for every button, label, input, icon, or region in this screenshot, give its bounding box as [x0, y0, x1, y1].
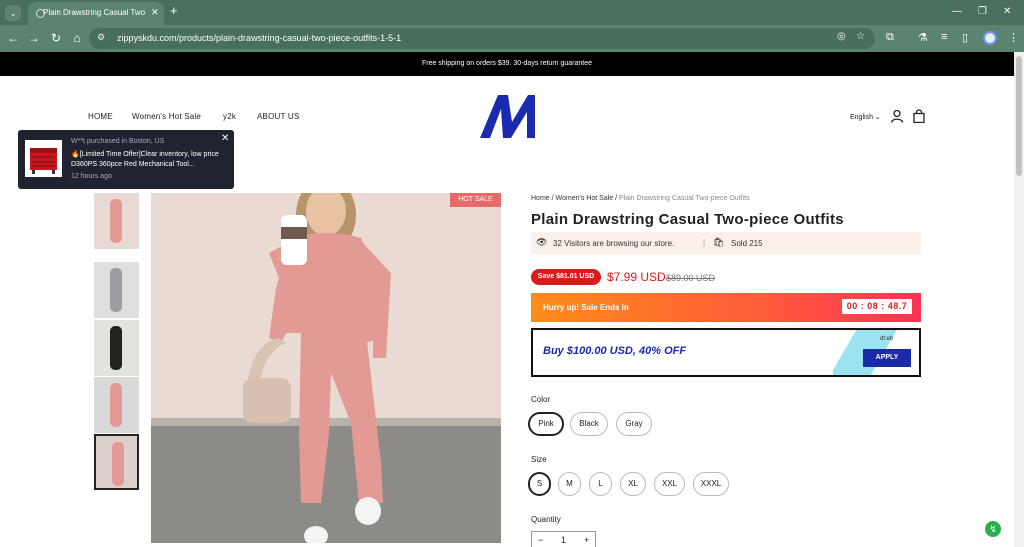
sold-count: Sold 215 — [731, 239, 763, 248]
forward-arrow-icon[interactable]: → — [27, 31, 41, 45]
scrollbar-thumb[interactable] — [1016, 56, 1022, 176]
thumbnail-figure — [110, 199, 122, 243]
language-label: English — [850, 114, 873, 121]
color-option-pink[interactable]: Pink — [528, 412, 564, 436]
profile-icon[interactable] — [983, 31, 997, 45]
sale-price: $7.99 USD — [607, 270, 666, 284]
tab-title: Plain Drawstring Casual Two-pi — [43, 8, 145, 17]
restore-icon[interactable]: ❐ — [978, 6, 987, 17]
color-label: Color — [531, 395, 551, 404]
main-product-image[interactable] — [151, 193, 501, 543]
countdown-banner: Hurry up! Sale Ends in 00 : 08 : 48.7 — [531, 293, 921, 322]
quantity-stepper: − 1 + — [531, 531, 596, 547]
color-option-gray[interactable]: Gray — [616, 412, 652, 436]
minimize-icon[interactable]: — — [952, 6, 962, 17]
size-label: Size — [531, 455, 547, 464]
site-info-icon[interactable]: ⚙ — [97, 32, 105, 43]
size-option-xxxl[interactable]: XXXL — [693, 472, 729, 496]
puzzle-icon[interactable]: ⧉ — [886, 31, 894, 44]
product-thumbnail — [25, 140, 62, 177]
apply-button[interactable]: APPLY — [863, 349, 911, 367]
account-icon[interactable] — [890, 109, 904, 123]
url-text[interactable]: zippyskdu.com/products/plain-drawstring-… — [117, 33, 401, 43]
hot-sale-badge: HOT SALE — [450, 193, 501, 207]
product-photo — [151, 193, 501, 543]
save-badge: Save $81.01 USD — [531, 269, 601, 285]
store-logo[interactable] — [478, 92, 538, 140]
home-icon[interactable]: ⌂ — [70, 31, 84, 45]
thumbnail-figure — [112, 442, 124, 486]
product-title: Plain Drawstring Casual Two-piece Outfit… — [531, 211, 844, 228]
visitors-text: 32 Visitors are browsing our store. — [553, 239, 675, 248]
countdown-timer: 00 : 08 : 48.7 — [842, 299, 912, 314]
hurry-text: Hurry up! Sale Ends in — [543, 303, 629, 312]
shopping-bag-icon: 🛍 — [713, 237, 725, 247]
product-thumbnail[interactable] — [94, 377, 139, 433]
address-bar[interactable]: ⚙ zippyskdu.com/products/plain-drawstrin… — [89, 28, 875, 49]
tab-search-dropdown[interactable]: ⌄ — [5, 5, 21, 21]
quantity-label: Quantity — [531, 515, 561, 524]
promo-code-hint: dt:eb — [880, 336, 894, 342]
thumbnail-figure — [110, 326, 122, 370]
thumbnail-figure — [110, 268, 122, 312]
language-selector[interactable]: English ⌄ — [850, 113, 881, 121]
nav-about-us[interactable]: ABOUT US — [257, 112, 299, 121]
window-close-icon[interactable]: ✕ — [1003, 6, 1011, 17]
eye-off-icon[interactable]: ◎ — [837, 31, 846, 42]
discount-promo-banner[interactable]: Buy $100.00 USD, 40% OFF dt:eb APPLY — [531, 328, 921, 377]
media-icon[interactable]: ≡ — [941, 31, 947, 43]
color-option-black[interactable]: Black — [570, 412, 608, 436]
product-thumbnail[interactable] — [94, 320, 139, 376]
chat-widget-button[interactable]: ↯ — [985, 521, 1001, 537]
nav-home[interactable]: HOME — [88, 112, 113, 121]
eye-icon: 👁 — [536, 237, 548, 247]
breadcrumb-category[interactable]: Women's Hot Sale — [556, 195, 614, 202]
announcement-bar: Free shipping on orders $39. 30-days ret… — [0, 52, 1014, 76]
popup-buyer: W**t purchased in Boston, US — [71, 138, 165, 145]
chat-icon: ↯ — [989, 524, 997, 534]
breadcrumb: Home / Women's Hot Sale / Plain Drawstri… — [531, 195, 750, 202]
thumbnail-figure — [110, 383, 122, 427]
size-option-m[interactable]: M — [558, 472, 581, 496]
back-arrow-icon[interactable]: ← — [6, 31, 20, 45]
side-panel-icon[interactable]: ▯ — [962, 31, 968, 44]
popup-time: 12 hours ago — [71, 173, 112, 180]
popup-product-name[interactable]: 🔥[Limited Time Offer]Clear inventory, lo… — [71, 150, 221, 170]
size-option-l[interactable]: L — [589, 472, 612, 496]
breadcrumb-current: Plain Drawstring Casual Two-piece Outfit… — [619, 195, 750, 202]
new-tab-icon[interactable]: + — [170, 3, 178, 18]
close-tab-icon[interactable]: ✕ — [151, 7, 159, 18]
browser-toolbar: ← → ↻ ⌂ ⚙ zippyskdu.com/products/plain-d… — [0, 25, 1024, 52]
size-option-xxl[interactable]: XXL — [654, 472, 685, 496]
star-icon[interactable]: ☆ — [856, 31, 865, 42]
chevron-down-icon: ⌄ — [874, 114, 881, 121]
browser-tab-bar: ⌄ Plain Drawstring Casual Two-pi ✕ + — ❐… — [0, 0, 1024, 25]
product-thumbnail[interactable] — [94, 193, 139, 249]
size-option-s[interactable]: S — [528, 472, 551, 496]
chevron-down-icon: ⌄ — [9, 8, 17, 18]
visitors-bar: 👁 32 Visitors are browsing our store. | … — [531, 232, 921, 254]
cart-icon[interactable] — [912, 109, 926, 123]
quantity-increase-button[interactable]: + — [584, 535, 589, 545]
nav-y2k[interactable]: y2k — [223, 112, 236, 121]
quantity-value[interactable]: 1 — [561, 535, 566, 545]
breadcrumb-home[interactable]: Home — [531, 195, 550, 202]
size-option-xl[interactable]: XL — [620, 472, 646, 496]
kebab-menu-icon[interactable]: ⋮ — [1008, 31, 1019, 44]
promo-text: Buy $100.00 USD, 40% OFF — [543, 345, 687, 357]
recent-purchase-popup[interactable]: W**t purchased in Boston, US 🔥[Limited T… — [18, 130, 234, 189]
browser-tab[interactable]: Plain Drawstring Casual Two-pi ✕ — [28, 2, 164, 25]
divider: | — [703, 238, 706, 247]
quantity-decrease-button[interactable]: − — [538, 535, 543, 545]
lab-icon[interactable]: ⚗ — [918, 31, 928, 44]
reload-icon[interactable]: ↻ — [49, 31, 63, 45]
compare-price: $89.00 USD — [666, 273, 716, 283]
close-icon[interactable]: ✕ — [221, 133, 229, 144]
nav-womens-hot-sale[interactable]: Women's Hot Sale — [132, 112, 201, 121]
product-thumbnail[interactable] — [94, 434, 139, 490]
product-thumbnail[interactable] — [94, 262, 139, 318]
